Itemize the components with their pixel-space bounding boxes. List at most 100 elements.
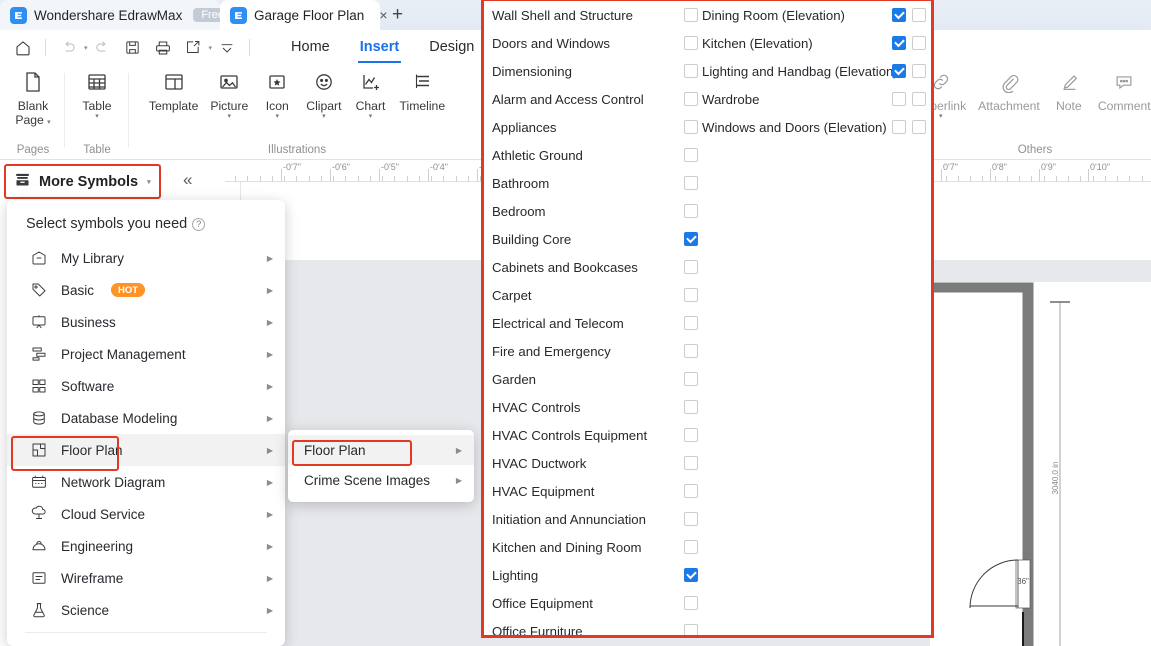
doc-tab-garage-floor-plan[interactable]: Garage Floor Plan × (220, 0, 388, 30)
table-button[interactable]: Table ▾ (74, 65, 120, 121)
template-button[interactable]: Template (143, 65, 204, 113)
library-item-office-equipment[interactable]: Office Equipment (484, 589, 699, 617)
library-item-checkbox[interactable] (684, 176, 698, 190)
print-icon[interactable] (148, 33, 178, 63)
library-item-carpet[interactable]: Carpet (484, 281, 699, 309)
symbols-category-network-diagram[interactable]: Network Diagram ▶ (7, 466, 285, 498)
redo-icon[interactable] (88, 33, 118, 63)
symbols-category-database-modeling[interactable]: Database Modeling ▶ (7, 402, 285, 434)
symbols-category-project-management[interactable]: Project Management ▶ (7, 338, 285, 370)
library-item-checkbox[interactable] (912, 120, 926, 134)
library-item-bathroom[interactable]: Bathroom (484, 169, 699, 197)
save-icon[interactable] (118, 33, 148, 63)
library-item-wall-shell-and-structure[interactable]: Wall Shell and Structure (484, 1, 699, 29)
symbols-dropdown[interactable]: Select symbols you need ? My Library ▶ Bas… (7, 200, 285, 646)
library-item-checkbox[interactable] (684, 624, 698, 635)
library-item-garden[interactable]: Garden (484, 365, 699, 393)
library-item-checkbox[interactable] (684, 316, 698, 330)
library-item-checkbox[interactable] (684, 344, 698, 358)
symbols-category-cloud-service[interactable]: Cloud Service ▶ (7, 498, 285, 530)
library-item-windows-and-doors-elevation[interactable]: Windows and Doors (Elevation) (694, 113, 906, 141)
tab-design[interactable]: Design (415, 33, 488, 62)
customize-icon[interactable] (212, 33, 242, 63)
tab-insert[interactable]: Insert (346, 33, 414, 63)
library-item-fire-and-emergency[interactable]: Fire and Emergency (484, 337, 699, 365)
chevron-down-icon[interactable]: ▾ (47, 119, 51, 126)
library-item-appliances[interactable]: Appliances (484, 113, 699, 141)
library-item-blank-3[interactable] (904, 85, 931, 113)
library-item-dimensioning[interactable]: Dimensioning (484, 57, 699, 85)
library-item-bedroom[interactable]: Bedroom (484, 197, 699, 225)
collapse-panel-button[interactable]: « (183, 170, 192, 190)
library-item-checkbox[interactable] (684, 428, 698, 442)
library-item-hvac-controls[interactable]: HVAC Controls (484, 393, 699, 421)
library-item-hvac-ductwork[interactable]: HVAC Ductwork (484, 449, 699, 477)
library-item-checkbox[interactable] (684, 288, 698, 302)
library-item-blank-0[interactable] (904, 1, 931, 29)
library-item-hvac-equipment[interactable]: HVAC Equipment (484, 477, 699, 505)
floor-plan-drawing[interactable]: 36" 3040.0 in (930, 282, 1151, 646)
clipart-button[interactable]: Clipart ▾ (300, 65, 347, 121)
library-item-kitchen-elevation[interactable]: Kitchen (Elevation) (694, 29, 906, 57)
symbols-category-software[interactable]: Software ▶ (7, 370, 285, 402)
library-item-kitchen-and-dining-room[interactable]: Kitchen and Dining Room (484, 533, 699, 561)
library-item-blank-2[interactable] (904, 57, 931, 85)
library-item-office-furniture[interactable]: Office Furniture (484, 617, 699, 635)
timeline-button[interactable]: Timeline (394, 65, 452, 113)
symbols-category-wireframe[interactable]: Wireframe ▶ (7, 562, 285, 594)
library-item-wardrobe[interactable]: Wardrobe (694, 85, 906, 113)
library-item-building-core[interactable]: Building Core (484, 225, 699, 253)
library-item-blank-1[interactable] (904, 29, 931, 57)
library-item-initiation-and-annunciation[interactable]: Initiation and Annunciation (484, 505, 699, 533)
symbols-category-engineering[interactable]: Engineering ▶ (7, 530, 285, 562)
library-item-checkbox[interactable] (684, 232, 698, 246)
comment-button[interactable]: Comment (1092, 65, 1151, 113)
home-icon[interactable] (8, 33, 38, 63)
export-icon[interactable] (178, 33, 208, 63)
chevron-down-icon[interactable]: ▾ (276, 113, 280, 121)
symbols-category-my-library[interactable]: My Library ▶ (7, 242, 285, 274)
library-item-checkbox[interactable] (912, 64, 926, 78)
symbols-category-science[interactable]: Science ▶ (7, 594, 285, 626)
symbols-category-floor-plan[interactable]: Floor Plan ▶ (7, 434, 285, 466)
chevron-down-icon[interactable]: ▾ (147, 178, 151, 186)
library-item-checkbox[interactable] (684, 260, 698, 274)
library-item-lighting[interactable]: Lighting (484, 561, 699, 589)
library-item-dining-room-elevation[interactable]: Dining Room (Elevation) (694, 1, 906, 29)
library-item-doors-and-windows[interactable]: Doors and Windows (484, 29, 699, 57)
close-icon[interactable]: × (379, 8, 387, 22)
floor-plan-library-panel[interactable]: Wall Shell and Structure Doors and Window… (481, 0, 934, 638)
library-item-checkbox[interactable] (684, 540, 698, 554)
library-item-checkbox[interactable] (684, 204, 698, 218)
library-item-checkbox[interactable] (684, 400, 698, 414)
app-tab-edrawmax[interactable]: Wondershare EdrawMax Free (0, 0, 232, 30)
floor-plan-submenu[interactable]: Floor Plan ▶ Crime Scene Images ▶ (288, 430, 474, 502)
library-item-checkbox[interactable] (684, 568, 698, 582)
library-item-checkbox[interactable] (684, 372, 698, 386)
chevron-down-icon[interactable]: ▾ (228, 113, 232, 121)
note-button[interactable]: Note (1046, 65, 1092, 113)
submenu-item-crime-scene-images[interactable]: Crime Scene Images ▶ (288, 465, 474, 495)
library-item-blank-4[interactable] (904, 113, 931, 141)
icon-button[interactable]: Icon ▾ (254, 65, 300, 121)
chevron-down-icon[interactable]: ▾ (369, 113, 373, 121)
chevron-down-icon[interactable]: ▾ (939, 113, 943, 121)
help-icon[interactable]: ? (192, 217, 206, 231)
library-item-checkbox[interactable] (912, 36, 926, 50)
picture-button[interactable]: Picture ▾ (204, 65, 254, 121)
library-item-checkbox[interactable] (684, 596, 698, 610)
symbols-category-business[interactable]: Business ▶ (7, 306, 285, 338)
undo-icon[interactable] (53, 33, 83, 63)
chart-button[interactable]: Chart ▾ (348, 65, 394, 121)
library-item-hvac-controls-equipment[interactable]: HVAC Controls Equipment (484, 421, 699, 449)
attachment-button[interactable]: Attachment (972, 65, 1046, 113)
more-symbols-button[interactable]: More Symbols ▾ (4, 164, 161, 199)
library-item-athletic-ground[interactable]: Athletic Ground (484, 141, 699, 169)
library-item-checkbox[interactable] (912, 92, 926, 106)
symbols-category-basic[interactable]: Basic HOT ▶ (7, 274, 285, 306)
library-item-checkbox[interactable] (912, 8, 926, 22)
library-item-checkbox[interactable] (684, 512, 698, 526)
library-item-checkbox[interactable] (684, 148, 698, 162)
library-item-lighting-and-handbag-elevation[interactable]: Lighting and Handbag (Elevation) (694, 57, 906, 85)
library-item-cabinets-and-bookcases[interactable]: Cabinets and Bookcases (484, 253, 699, 281)
